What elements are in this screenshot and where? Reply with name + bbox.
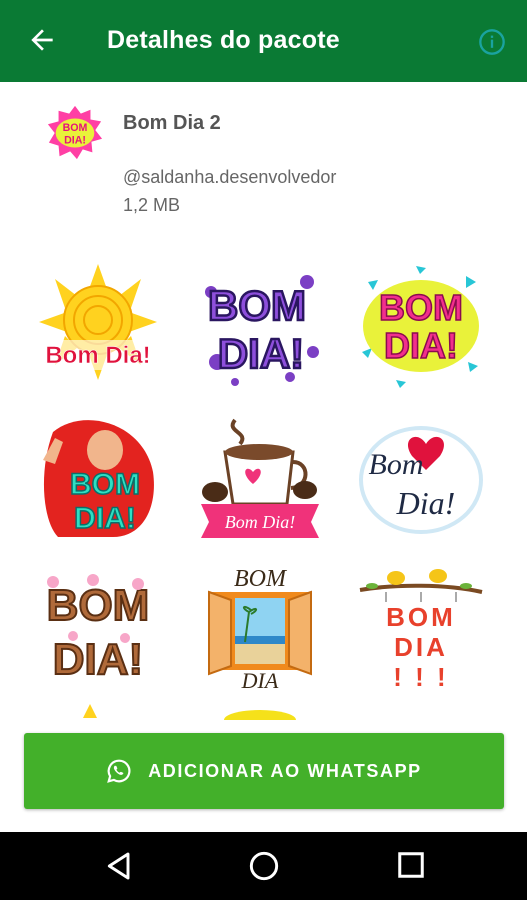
whatsapp-icon — [107, 759, 131, 783]
pack-details: BOM DIA! Bom Dia 2 @saldanha.desenvolved… — [0, 82, 527, 832]
sticker-sun-text: Bom Dia! — [45, 342, 150, 369]
pack-name: Bom Dia 2 — [123, 112, 221, 134]
sticker-heart-line-2: Dia! — [396, 485, 456, 521]
sticker-coffee-text: Bom Dia! — [225, 512, 296, 532]
sticker-sun[interactable]: Bom Dia! — [33, 262, 163, 392]
sticker-window-beach[interactable]: BOM DIA — [195, 562, 325, 692]
pack-icon-line-1: BOM — [63, 122, 88, 134]
info-icon[interactable] — [478, 28, 506, 56]
app-bar: Detalhes do pacote — [0, 0, 527, 82]
sticker-pink-line-1: BOM — [379, 287, 463, 328]
nav-back-icon[interactable] — [104, 850, 136, 882]
sticker-purple-bubbles[interactable]: BOM DIA! — [195, 262, 325, 392]
add-to-whatsapp-button[interactable]: ADICIONAR AO WHATSAPP — [24, 733, 504, 809]
sticker-girl-line-2: DIA! — [74, 502, 136, 535]
add-to-whatsapp-label: ADICIONAR AO WHATSAPP — [148, 760, 422, 781]
sticker-peek-1 — [83, 704, 97, 718]
sticker-donuts-line-2: DIA! — [53, 635, 143, 684]
sticker-peek-2 — [224, 710, 296, 720]
pack-tray-icon: BOM DIA! — [47, 105, 103, 160]
sticker-girl-line-1: BOM — [70, 468, 140, 501]
sticker-heart-line-1: Bom — [369, 448, 424, 481]
arrow-back-icon[interactable] — [26, 24, 58, 56]
sticker-birds-line-3: ! ! ! — [393, 662, 448, 692]
sticker-birds-branch[interactable]: BOM DIA ! ! ! — [356, 562, 486, 692]
pack-size: 1,2 MB — [123, 195, 181, 215]
sticker-pink-line-2: DIA! — [384, 325, 458, 366]
sticker-birds-line-1: BOM — [386, 602, 456, 632]
sticker-window-line-1: BOM — [234, 566, 288, 592]
sticker-coffee-cup[interactable]: Bom Dia! — [195, 412, 325, 542]
sticker-girl-redhair[interactable]: BOM DIA! — [33, 412, 163, 542]
sticker-purple-line-2: DIA! — [218, 330, 304, 377]
sticker-heart-script[interactable]: Bom Dia! — [356, 412, 486, 542]
sticker-purple-line-1: BOM — [208, 282, 306, 329]
sticker-pink-yellow[interactable]: BOM DIA! — [356, 262, 486, 392]
pack-icon-line-2: DIA! — [64, 135, 86, 147]
pack-publisher: @saldanha.desenvolvedor — [123, 167, 337, 187]
sticker-donuts[interactable]: BOM DIA! — [33, 562, 163, 692]
nav-recents-icon[interactable] — [396, 850, 426, 880]
page-title: Detalhes do pacote — [107, 26, 340, 54]
nav-home-icon[interactable] — [248, 850, 280, 882]
sticker-birds-line-2: DIA — [394, 632, 448, 662]
system-nav-bar — [0, 832, 527, 900]
sticker-window-line-2: DIA — [241, 668, 279, 692]
